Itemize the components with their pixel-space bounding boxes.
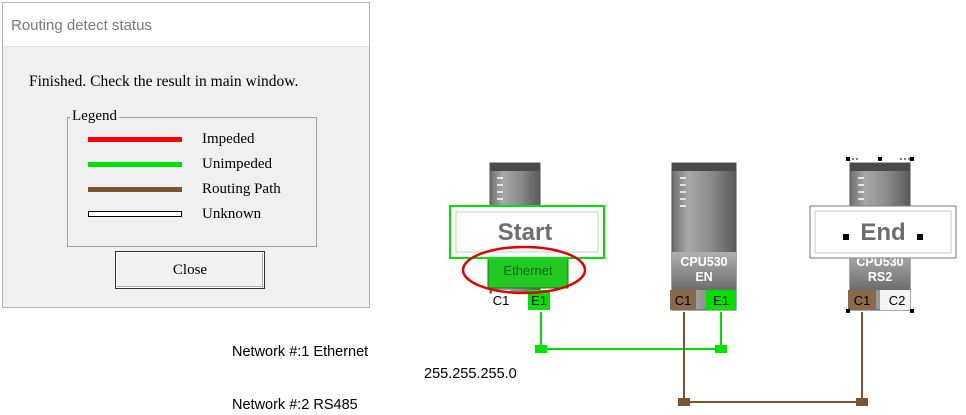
network-1-label: Network #:1 Ethernet [232, 344, 369, 360]
middle-module-line1: CPU530 [680, 255, 727, 269]
diagram-canvas: Ethernet C1 E1 Start CPU530 EN C1 E1 CPU… [449, 157, 957, 406]
start-port-e1: E1 [531, 293, 547, 308]
middle-device[interactable] [670, 162, 737, 311]
middle-port-c1: C1 [675, 293, 692, 308]
network-1-address: 255.255.255.0 [424, 366, 517, 382]
end-port-c2: C2 [889, 293, 906, 308]
network-2-label: Network #:2 RS485 [232, 397, 358, 413]
rs485-node-middle [678, 398, 690, 406]
end-module-line2: RS2 [868, 270, 892, 284]
rs485-connection [678, 312, 868, 406]
ethernet-node-middle [715, 345, 727, 353]
middle-module-line2: EN [695, 270, 712, 284]
ethernet-node-start [535, 345, 547, 353]
rs485-node-end [856, 398, 868, 406]
end-port-c1: C1 [854, 293, 871, 308]
start-module-label: Ethernet [503, 263, 553, 278]
ethernet-connection [535, 312, 727, 353]
start-port-c1: C1 [493, 293, 510, 308]
middle-port-e1: E1 [713, 293, 729, 308]
start-tag-label: Start [498, 219, 553, 246]
network-diagram: Ethernet C1 E1 Start CPU530 EN C1 E1 CPU… [0, 0, 966, 415]
end-tag-label: End [860, 219, 905, 246]
end-tag-marker-right [917, 234, 923, 240]
end-tag-marker-left [843, 234, 849, 240]
